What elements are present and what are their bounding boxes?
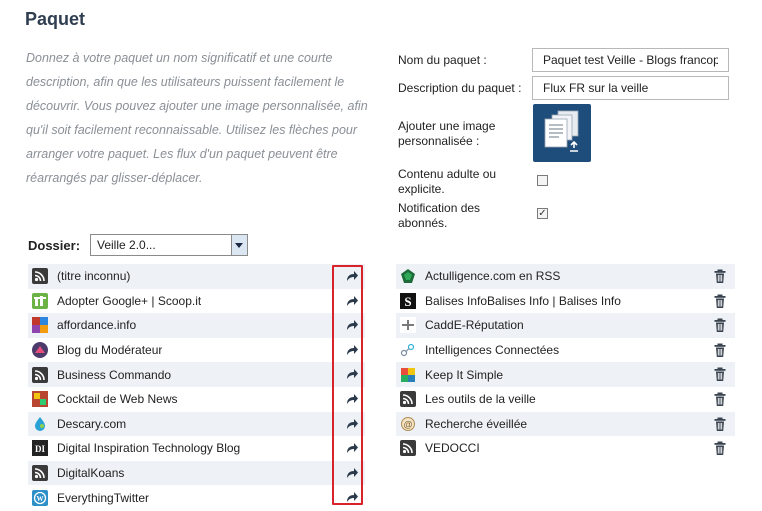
package-name-input[interactable] [532,48,729,72]
feed-name: (titre inconnu) [57,269,131,284]
adult-content-label: Contenu adulte ou explicite. [398,167,497,196]
descary-icon [32,416,48,432]
list-item[interactable]: @ Recherche éveillée [396,411,735,437]
rss-icon [32,366,48,383]
feed-name: EverythingTwitter [57,490,150,505]
rss-icon [400,391,416,408]
custom-image-button[interactable] [533,104,591,162]
list-item[interactable]: CaddE-Réputation [396,313,735,338]
rss-icon [32,268,48,285]
list-item[interactable]: Business Commando [28,362,365,387]
scoopit-icon [32,292,48,309]
svg-text:DI: DI [35,444,45,454]
list-item[interactable]: Adopter Google+ | Scoop.it [28,289,365,314]
add-arrow-icon[interactable] [344,268,360,284]
feed-name: VEDOCCI [425,441,480,456]
cocktail-icon [32,391,48,408]
adult-content-checkbox[interactable] [537,175,548,186]
feed-name: Balises InfoBalises Info | Balises Info [425,293,621,308]
chevron-down-icon[interactable] [231,235,247,255]
feed-name: CaddE-Réputation [425,318,524,333]
feed-name: Business Commando [57,367,172,382]
trash-icon[interactable] [712,293,728,309]
add-arrow-icon[interactable] [344,317,360,333]
add-arrow-icon[interactable] [344,293,360,309]
feed-name: Descary.com [57,416,127,431]
svg-text:@: @ [404,419,413,429]
trash-icon[interactable] [712,317,728,333]
trash-icon[interactable] [712,391,728,407]
folder-label: Dossier: [28,238,81,253]
folder-selected-value: Veille 2.0... [97,238,156,252]
list-item[interactable]: (titre inconnu) [28,264,365,289]
list-item[interactable]: DigitalKoans [28,460,365,486]
actulligence-icon [400,268,416,284]
list-item[interactable]: S Balises InfoBalises Info | Balises Inf… [396,289,735,314]
feed-name: Recherche éveillée [425,416,528,431]
keepitsimple-icon [400,367,416,383]
blogdumoderateur-icon [32,342,48,359]
list-item[interactable]: affordance.info [28,313,365,338]
notify-subscribers-checkbox[interactable]: ✓ [537,208,548,219]
trash-icon[interactable] [712,342,728,358]
add-arrow-icon[interactable] [344,366,360,382]
feed-name: Intelligences Connectées [425,343,560,358]
intelligences-icon [400,342,416,358]
list-item[interactable]: Blog du Modérateur [28,338,365,363]
feed-name: Blog du Modérateur [57,343,163,358]
list-item[interactable]: VEDOCCI [396,436,735,461]
page-title: Paquet [25,9,86,29]
svg-text:W: W [37,495,44,503]
page-description: Donnez à votre paquet un nom significati… [26,51,368,185]
feed-name: Digital Inspiration Technology Blog [57,441,241,456]
recherche-icon: @ [400,416,416,432]
digital-inspiration-icon: DI [32,440,48,457]
rss-icon [32,465,48,482]
package-description-input[interactable] [532,76,729,100]
feed-name: Cocktail de Web News [57,392,178,407]
list-item[interactable]: Descary.com [28,411,365,437]
list-item[interactable]: DI Digital Inspiration Technology Blog [28,436,365,461]
feed-name: Actulligence.com en RSS [425,269,561,284]
balises-icon: S [400,292,416,309]
folder-select[interactable]: Veille 2.0... [90,234,248,256]
add-arrow-icon[interactable] [344,489,360,505]
add-arrow-icon[interactable] [344,342,360,358]
trash-icon[interactable] [712,366,728,382]
trash-icon[interactable] [712,416,728,432]
documents-icon [544,110,579,152]
affordance-icon [32,317,48,334]
notify-subscribers-label: Notification des abonnés. [398,201,481,230]
list-item[interactable]: Cocktail de Web News [28,387,365,412]
add-arrow-icon[interactable] [344,416,360,432]
add-arrow-icon[interactable] [344,465,360,481]
feed-name: DigitalKoans [57,466,125,481]
list-item[interactable]: Actulligence.com en RSS [396,264,735,289]
package-name-label: Nom du paquet : [398,53,487,67]
feed-name: Les outils de la veille [425,392,536,407]
feed-name: Adopter Google+ | Scoop.it [57,293,202,308]
add-arrow-icon[interactable] [344,391,360,407]
add-arrow-icon[interactable] [344,440,360,456]
image-label: Ajouter une image personnalisée : [398,119,496,148]
rss-icon [400,440,416,457]
feed-name: affordance.info [57,318,137,333]
list-item[interactable]: Keep It Simple [396,362,735,387]
list-item[interactable]: W EverythingTwitter [28,485,365,510]
trash-icon[interactable] [712,440,728,456]
package-description-label: Description du paquet : [398,81,522,95]
feed-name: Keep It Simple [425,367,504,382]
trash-icon[interactable] [712,268,728,284]
list-item[interactable]: Les outils de la veille [396,387,735,412]
wordpress-icon: W [32,489,48,506]
cadde-icon [400,317,416,334]
available-feeds-list: (titre inconnu) Adopter Google+ | Scoop.… [28,264,365,510]
package-feeds-list: Actulligence.com en RSS S Balises InfoBa… [396,264,735,461]
list-item[interactable]: Intelligences Connectées [396,338,735,363]
svg-text:S: S [404,294,411,309]
